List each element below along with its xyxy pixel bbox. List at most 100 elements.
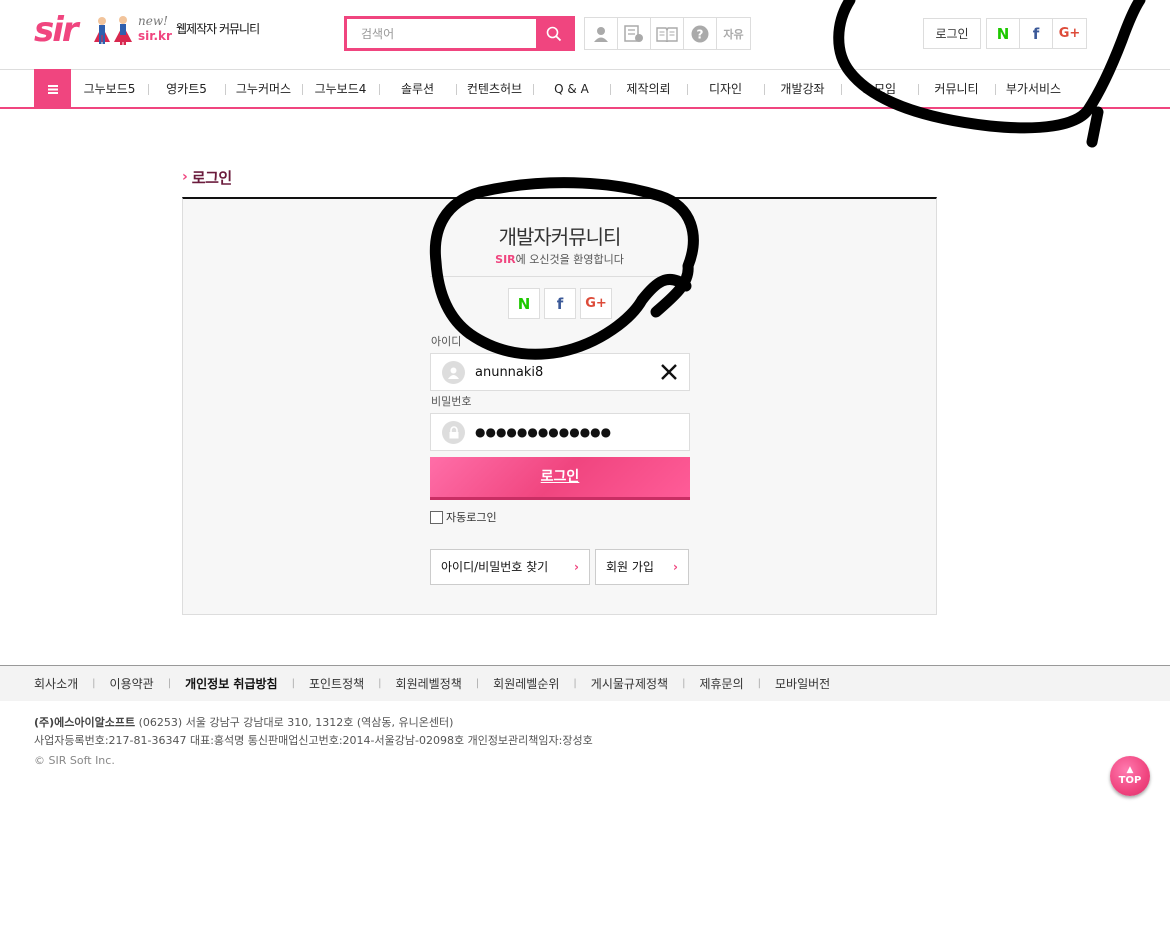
- company-address: (06253) 서울 강남구 강남대로 310, 1312호 (역삼동, 유니온…: [135, 716, 454, 729]
- footer-link-mobile[interactable]: 모바일버전: [775, 675, 830, 692]
- nav-item-design[interactable]: 디자인: [687, 70, 764, 108]
- footer-link-partnership[interactable]: 제휴문의: [699, 675, 743, 692]
- search-icon: [546, 26, 562, 41]
- footer-link-level-rank[interactable]: 회원레벨순위: [493, 675, 559, 692]
- memo-icon: [624, 24, 643, 42]
- password-field: [430, 413, 690, 451]
- auto-login: 자동로그인: [430, 509, 497, 525]
- signup-label: 회원 가입: [606, 560, 654, 574]
- footer-link-about[interactable]: 회사소개: [34, 675, 78, 692]
- naver-icon: N: [996, 24, 1010, 43]
- book-icon: [656, 26, 678, 42]
- find-account-label: 아이디/비밀번호 찾기: [441, 560, 549, 574]
- footer-separator: |: [757, 677, 761, 689]
- search-box: [344, 16, 575, 51]
- logo-brand: sir: [34, 10, 79, 50]
- main-nav: 그누보드5 영카트5 그누커머스 그누보드4 솔루션 컨텐츠허브 Q & A 제…: [0, 69, 1170, 109]
- nav-item-solution[interactable]: 솔루션: [379, 70, 456, 108]
- id-input[interactable]: [475, 354, 655, 390]
- search-button[interactable]: [536, 19, 572, 48]
- google-login-button[interactable]: G+: [580, 288, 612, 319]
- page: sir new! sir.kr 웹제작자 커뮤니티 검색어 ? 자유 로그인 N…: [0, 0, 1170, 926]
- nav-item-request[interactable]: 제작의뢰: [610, 70, 687, 108]
- google-plus-icon: G+: [585, 296, 607, 311]
- auto-login-checkbox[interactable]: [430, 510, 443, 524]
- footer-separator: |: [92, 677, 96, 689]
- footer-link-point-policy[interactable]: 포인트정책: [309, 675, 364, 692]
- nav-item-contents-hub[interactable]: 컨텐츠허브: [456, 70, 533, 108]
- google-login-button[interactable]: G+: [1053, 19, 1086, 48]
- welcome-title: 개발자커뮤니티: [498, 225, 622, 249]
- header-social-login: N f G+: [986, 18, 1087, 49]
- page-title-text: 로그인: [191, 168, 232, 187]
- nav-item-qna[interactable]: Q & A: [533, 70, 610, 108]
- help-button[interactable]: ?: [684, 18, 717, 49]
- footer-link-level-policy[interactable]: 회원레벨정책: [396, 675, 462, 692]
- all-menu-button[interactable]: [34, 69, 71, 109]
- chevron-right-icon: ›: [574, 560, 579, 574]
- memo-button[interactable]: [618, 18, 651, 49]
- quick-menu: ? 자유: [584, 17, 751, 50]
- id-field: [430, 353, 690, 391]
- nav-item-gnuboard5[interactable]: 그누보드5: [71, 70, 148, 108]
- chevron-right-icon: ›: [673, 560, 678, 574]
- nav-item-community[interactable]: 커뮤니티: [918, 70, 995, 108]
- site-logo[interactable]: sir new! sir.kr 웹제작자 커뮤니티: [34, 12, 264, 48]
- scrap-button[interactable]: [651, 18, 684, 49]
- nav-item-group[interactable]: 소모임: [841, 70, 918, 108]
- my-page-button[interactable]: [585, 18, 618, 49]
- footer-separator: |: [378, 677, 382, 689]
- footer-separator: |: [291, 677, 295, 689]
- copyright: © SIR Soft Inc.: [34, 754, 115, 767]
- login-submit-button[interactable]: 로그인: [430, 457, 690, 500]
- person-icon: [594, 26, 608, 42]
- scroll-top-label: TOP: [1118, 775, 1142, 786]
- page-title: › 로그인: [182, 165, 232, 189]
- hamburger-icon: [47, 84, 58, 94]
- welcome-subtitle: SIR에 오신것을 환영합니다: [183, 251, 936, 267]
- user-icon: [442, 361, 465, 384]
- welcome-message: 에 오신것을 환영합니다: [515, 253, 624, 266]
- logo-tagline: 웹제작자 커뮤니티: [176, 22, 260, 36]
- id-label: 아이디: [431, 335, 462, 348]
- company-info: (주)에스아이알소프트 (06253) 서울 강남구 강남대로 310, 131…: [34, 714, 593, 750]
- scroll-top-button[interactable]: ▲ TOP: [1110, 756, 1150, 796]
- facebook-login-button[interactable]: f: [544, 288, 576, 319]
- lock-icon: [442, 421, 465, 444]
- social-login-group: N f G+: [508, 288, 612, 319]
- naver-icon: N: [517, 294, 531, 313]
- login-panel: 개발자커뮤니티 SIR에 오신것을 환영합니다 N f G+ 아이디 비밀번호: [182, 197, 937, 615]
- naver-login-button[interactable]: N: [987, 19, 1020, 48]
- logo-url-label: sir.kr: [138, 29, 172, 43]
- welcome-brand: SIR: [495, 253, 516, 266]
- nav-item-gnuboard4[interactable]: 그누보드4: [302, 70, 379, 108]
- footer-separator: |: [167, 677, 172, 689]
- google-plus-icon: G+: [1058, 26, 1081, 41]
- find-account-button[interactable]: 아이디/비밀번호 찾기 ›: [430, 549, 590, 585]
- footer-link-post-policy[interactable]: 게시물규제정책: [591, 675, 668, 692]
- footer-separator: |: [573, 677, 577, 689]
- logo-new-label: new!: [138, 14, 168, 28]
- clear-icon[interactable]: [659, 362, 679, 382]
- nav-item-extra-service[interactable]: 부가서비스: [995, 70, 1072, 108]
- signup-button[interactable]: 회원 가입 ›: [595, 549, 689, 585]
- arrow-up-icon: ▲: [1126, 765, 1134, 775]
- search-input[interactable]: [347, 19, 539, 48]
- heroes-mascot-icon: [94, 16, 132, 45]
- chevron-right-icon: ›: [182, 169, 188, 185]
- header-login-button[interactable]: 로그인: [923, 18, 981, 49]
- facebook-icon: f: [556, 294, 564, 313]
- free-board-button[interactable]: 자유: [717, 18, 750, 49]
- nav-item-youngcart5[interactable]: 영카트5: [148, 70, 225, 108]
- facebook-login-button[interactable]: f: [1020, 19, 1053, 48]
- company-registration: 사업자등록번호:217-81-36347 대표:홍석명 통신판매업신고번호:20…: [34, 734, 593, 747]
- naver-login-button[interactable]: N: [508, 288, 540, 319]
- question-icon: ?: [691, 25, 709, 42]
- nav-item-gnucommerce[interactable]: 그누커머스: [225, 70, 302, 108]
- nav-item-lecture[interactable]: 개발강좌: [764, 70, 841, 108]
- footer-link-terms[interactable]: 이용약관: [110, 675, 154, 692]
- svg-text:?: ?: [697, 27, 704, 41]
- password-input[interactable]: [475, 414, 655, 450]
- footer-link-privacy[interactable]: 개인정보 취급방침: [185, 675, 278, 692]
- company-name: (주)에스아이알소프트: [34, 716, 136, 729]
